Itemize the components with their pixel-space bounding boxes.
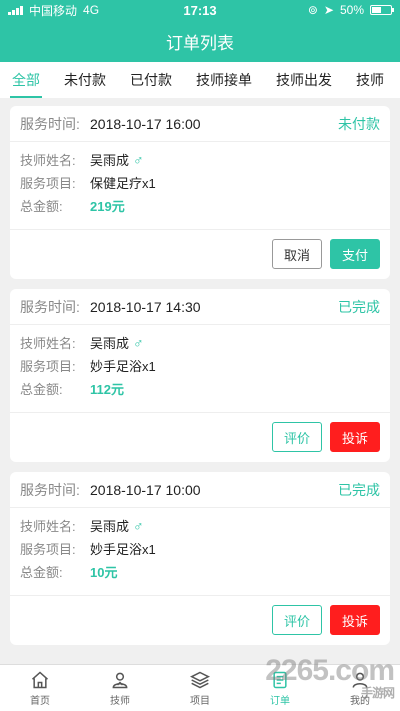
total-label: 总金额: xyxy=(20,382,63,397)
service-time-value: 2018-10-17 16:00 xyxy=(90,115,201,132)
profile-icon xyxy=(352,672,368,688)
order-card: 服务时间: 2018-10-17 10:00 已完成 技师姓名: 吴雨成 ♂ 服务项… xyxy=(10,472,390,645)
layers-icon xyxy=(190,671,210,688)
carrier-label: 中国移动 xyxy=(29,3,78,18)
tabbar-label: 我的 xyxy=(350,695,370,707)
service-item-label: 服务项目: xyxy=(20,359,76,374)
order-details: 技师姓名: 吴雨成 ♂ 服务项目: 保健足疗x1 总金额: 219元 xyxy=(10,142,390,230)
order-actions: 评价 投诉 xyxy=(10,413,390,461)
service-time-label: 服务时间: xyxy=(20,481,80,498)
service-item-label: 服务项目: xyxy=(20,542,76,557)
service-item-value: 妙手足浴x1 xyxy=(90,542,156,557)
technician-icon xyxy=(112,672,128,688)
tab-tech-departed[interactable]: 技师出发 xyxy=(264,62,344,98)
service-item-value: 保健足疗x1 xyxy=(90,176,156,191)
service-time-label: 服务时间: xyxy=(20,298,80,315)
tabbar-profile[interactable]: 我的 xyxy=(320,665,400,711)
tabbar-label: 订单 xyxy=(270,695,290,707)
header: 订单列表 xyxy=(0,20,400,62)
order-header: 服务时间: 2018-10-17 16:00 未付款 xyxy=(10,106,390,142)
tech-name-label: 技师姓名: xyxy=(20,153,76,168)
tabbar-technician[interactable]: 技师 xyxy=(80,665,160,711)
review-button[interactable]: 评价 xyxy=(272,605,322,635)
tab-tech-more[interactable]: 技师 xyxy=(344,62,396,98)
order-card: 服务时间: 2018-10-17 14:30 已完成 技师姓名: 吴雨成 ♂ 服务项… xyxy=(10,289,390,462)
tech-name-value: 吴雨成 xyxy=(90,519,130,534)
service-time-value: 2018-10-17 14:30 xyxy=(90,298,201,315)
page-title: 订单列表 xyxy=(166,33,234,53)
tabbar-projects[interactable]: 项目 xyxy=(160,665,240,711)
order-details: 技师姓名: 吴雨成 ♂ 服务项目: 妙手足浴x1 总金额: 112元 xyxy=(10,325,390,413)
network-label: 4G xyxy=(83,3,100,17)
review-button[interactable]: 评价 xyxy=(272,422,322,452)
order-icon xyxy=(273,671,287,688)
tab-paid[interactable]: 已付款 xyxy=(118,62,184,98)
battery-icon xyxy=(370,5,394,15)
tabbar-home[interactable]: 首页 xyxy=(0,665,80,711)
tabbar-label: 首页 xyxy=(30,695,50,707)
male-icon: ♂ xyxy=(133,151,144,168)
tab-unpaid[interactable]: 未付款 xyxy=(52,62,118,98)
complain-button[interactable]: 投诉 xyxy=(330,605,380,635)
order-status: 已完成 xyxy=(338,481,380,498)
service-item-value: 妙手足浴x1 xyxy=(90,359,156,374)
clock: 17:13 xyxy=(183,2,217,18)
tab-all[interactable]: 全部 xyxy=(0,62,52,98)
lock-rotation-icon: ⊚ xyxy=(307,3,318,17)
service-time-label: 服务时间: xyxy=(20,115,80,132)
location-icon: ➤ xyxy=(323,3,334,17)
order-status: 已完成 xyxy=(338,298,380,315)
total-value: 112元 xyxy=(90,382,124,397)
tab-tech-accepted[interactable]: 技师接单 xyxy=(184,62,264,98)
total-value: 219元 xyxy=(90,199,125,214)
tabbar-label: 项目 xyxy=(190,695,210,707)
order-header: 服务时间: 2018-10-17 10:00 已完成 xyxy=(10,472,390,508)
order-list[interactable]: 服务时间: 2018-10-17 16:00 未付款 技师姓名: 吴雨成 ♂ 服务项… xyxy=(0,98,400,664)
tabbar-label: 技师 xyxy=(110,695,130,707)
tech-name-label: 技师姓名: xyxy=(20,519,76,534)
service-item-label: 服务项目: xyxy=(20,176,76,191)
order-status: 未付款 xyxy=(338,115,380,132)
total-value: 10元 xyxy=(90,565,118,580)
order-details: 技师姓名: 吴雨成 ♂ 服务项目: 妙手足浴x1 总金额: 10元 xyxy=(10,508,390,596)
bottom-tab-bar: 首页 技师 项目 订单 我的 xyxy=(0,664,400,711)
order-status-tabs: 全部 未付款 已付款 技师接单 技师出发 技师 xyxy=(0,62,400,98)
tech-name-value: 吴雨成 xyxy=(90,336,130,351)
order-actions: 取消 支付 xyxy=(10,230,390,278)
status-bar: 中国移动 4G 17:13 ⊚ ➤ 50% xyxy=(0,0,400,20)
tech-name-value: 吴雨成 xyxy=(90,153,130,168)
order-card: 服务时间: 2018-10-17 16:00 未付款 技师姓名: 吴雨成 ♂ 服务项… xyxy=(10,106,390,279)
order-header: 服务时间: 2018-10-17 14:30 已完成 xyxy=(10,289,390,325)
tech-name-label: 技师姓名: xyxy=(20,336,76,351)
home-icon xyxy=(32,670,48,688)
male-icon: ♂ xyxy=(133,517,144,534)
total-label: 总金额: xyxy=(20,565,63,580)
total-label: 总金额: xyxy=(20,199,63,214)
signal-icon xyxy=(8,5,23,15)
pay-button[interactable]: 支付 xyxy=(330,239,380,269)
order-actions: 评价 投诉 xyxy=(10,596,390,644)
cancel-button[interactable]: 取消 xyxy=(272,239,322,269)
battery-percent: 50% xyxy=(339,3,364,17)
tabbar-orders[interactable]: 订单 xyxy=(240,665,320,711)
complain-button[interactable]: 投诉 xyxy=(330,422,380,452)
male-icon: ♂ xyxy=(133,334,144,351)
service-time-value: 2018-10-17 10:00 xyxy=(90,481,201,498)
